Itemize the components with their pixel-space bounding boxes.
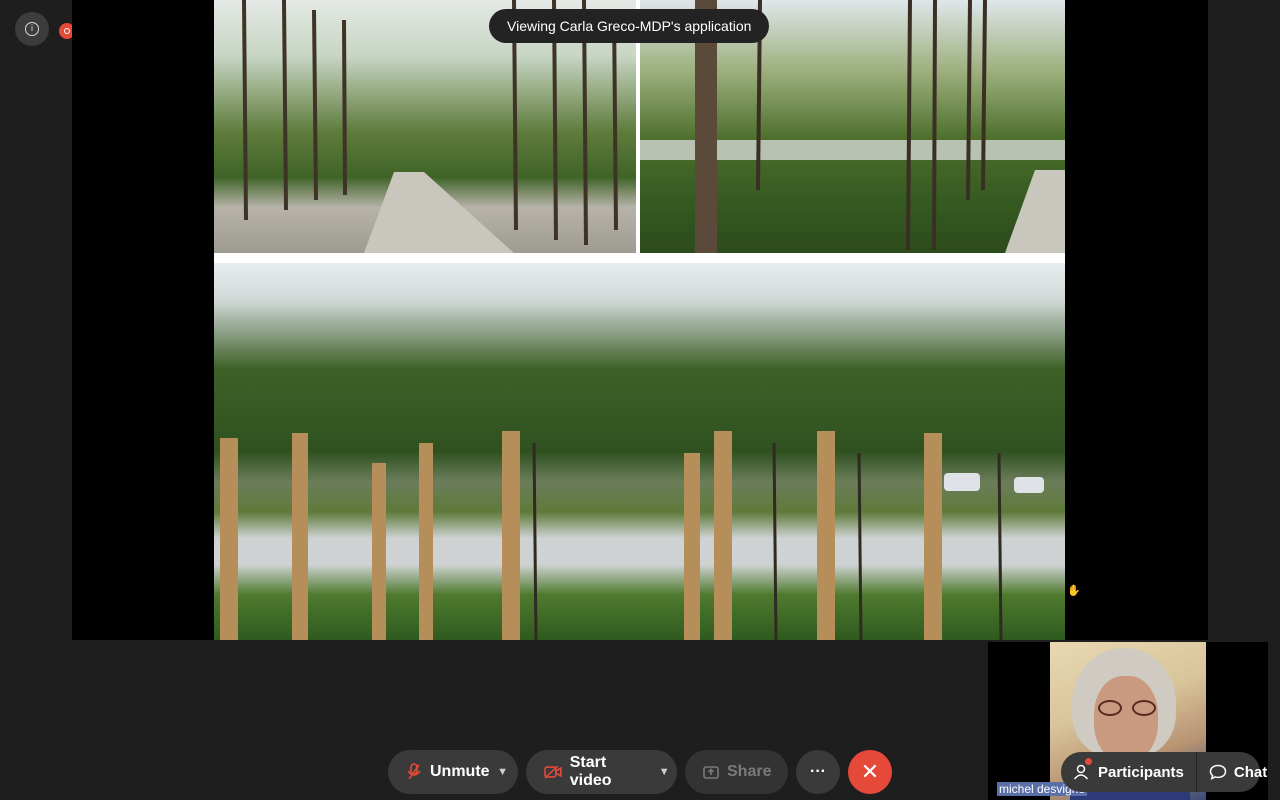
- more-options-button[interactable]: ···: [796, 750, 840, 794]
- share-icon: [703, 766, 719, 779]
- participants-label: Participants: [1098, 763, 1184, 781]
- meeting-toolbar: Unmute ▼ Start video ▼ Share ··· ✕: [0, 741, 988, 800]
- chat-label: Chat: [1233, 763, 1268, 781]
- info-icon: i: [25, 22, 39, 36]
- notification-badge: [1085, 758, 1092, 765]
- audio-options-chevron-down-icon[interactable]: ▼: [490, 750, 516, 794]
- info-button[interactable]: i: [15, 12, 49, 46]
- viewing-banner: Viewing Carla Greco-MDP's application: [489, 9, 770, 43]
- park-road-photo: [214, 263, 1065, 640]
- share-label: Share: [727, 763, 772, 780]
- unmute-label: Unmute: [430, 763, 490, 780]
- participants-button[interactable]: Participants: [1061, 752, 1196, 792]
- more-icon: ···: [810, 763, 826, 780]
- start-video-button[interactable]: Start video ▼: [526, 750, 677, 794]
- hand-cursor-icon: ✋: [1067, 585, 1081, 597]
- chat-icon: [1209, 764, 1227, 780]
- mic-muted-icon: [407, 763, 421, 780]
- close-icon: ✕: [860, 759, 880, 784]
- shared-screen: [72, 0, 1208, 640]
- leave-meeting-button[interactable]: ✕: [848, 750, 892, 794]
- panel-toggles: Participants Chat: [1061, 752, 1267, 792]
- video-options-chevron-down-icon[interactable]: ▼: [651, 750, 677, 794]
- unmute-button[interactable]: Unmute ▼: [388, 750, 518, 794]
- camera-off-icon: [544, 765, 562, 779]
- participants-icon: [1073, 764, 1089, 780]
- share-button[interactable]: Share: [685, 750, 788, 794]
- chat-button[interactable]: Chat: [1195, 752, 1279, 792]
- shared-slide: [214, 0, 1065, 640]
- start-video-label: Start video: [569, 754, 612, 789]
